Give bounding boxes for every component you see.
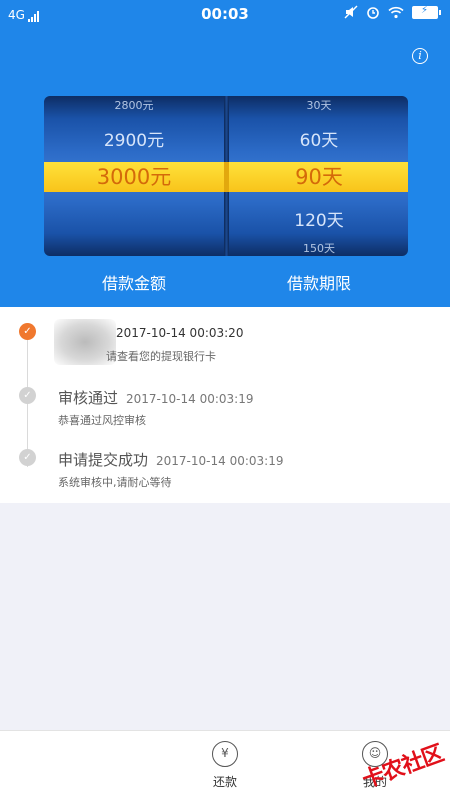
loan-picker[interactable]: 2800元 2900元 3000元 30天 60天 90天 120天 150天 [44,96,408,256]
battery-icon: ⚡ [412,4,441,19]
bottom-nav: ¥ 还款 ☺ 我的 卡农社区 [0,730,450,800]
term-option[interactable]: 30天 [229,97,408,113]
check-icon: ✓ [19,387,36,404]
check-icon: ✓ [19,449,36,466]
term-wheel[interactable]: 30天 60天 90天 120天 150天 [229,96,408,256]
charging-icon: ⚡ [421,4,429,16]
term-option[interactable]: 120天 [229,206,408,231]
nav-repay-label: 还款 [212,775,237,789]
wifi-icon [388,6,404,18]
timeline-time: 2017-10-14 00:03:19 [126,392,254,406]
alarm-icon [367,7,379,19]
check-icon: ✓ [19,323,36,340]
timeline-time: 2017-10-14 00:03:19 [156,454,284,468]
term-selected[interactable]: 90天 [229,162,408,192]
nav-repay[interactable]: ¥ 还款 [185,741,265,790]
timeline-title: 申请提交成功 2017-10-14 00:03:19 [58,449,283,470]
term-option[interactable]: 60天 [229,126,408,151]
term-label: 借款期限 [286,274,351,293]
info-icon[interactable]: i [412,48,428,64]
timeline-title-text: 申请提交成功 [58,451,149,469]
timeline-time: 2017-10-14 00:03:20 [116,326,244,340]
mute-icon [344,5,358,19]
repay-icon: ¥ [212,741,238,767]
timeline-desc: 请查看您的提现银行卡 [106,350,216,363]
amount-option[interactable]: 2800元 [44,97,224,113]
amount-label: 借款金额 [101,274,166,293]
timeline-desc: 系统审核中,请耐心等待 [58,476,172,489]
amount-selected[interactable]: 3000元 [44,162,224,192]
timeline-title-text: 审核通过 [58,389,119,407]
timeline-desc: 恭喜通过风控审核 [58,414,146,427]
status-bar: 4G 00:03 ⚡ [0,0,450,30]
picker-labels: 借款金额 借款期限 [44,270,408,293]
timeline-title: 审核通过 2017-10-14 00:03:19 [58,387,253,408]
status-timeline: ✓ 2017-10-14 00:03:20 请查看您的提现银行卡 ✓ 审核通过 2… [0,307,450,503]
header: 4G 00:03 ⚡ i 2800元 2900元 3000元 30天 60天 9… [0,0,450,307]
timeline-title: 2017-10-14 00:03:20 [58,323,243,341]
amount-option[interactable]: 2900元 [44,126,224,151]
term-option[interactable]: 150天 [229,240,408,256]
amount-wheel[interactable]: 2800元 2900元 3000元 [44,96,224,256]
status-right: ⚡ [344,4,441,19]
